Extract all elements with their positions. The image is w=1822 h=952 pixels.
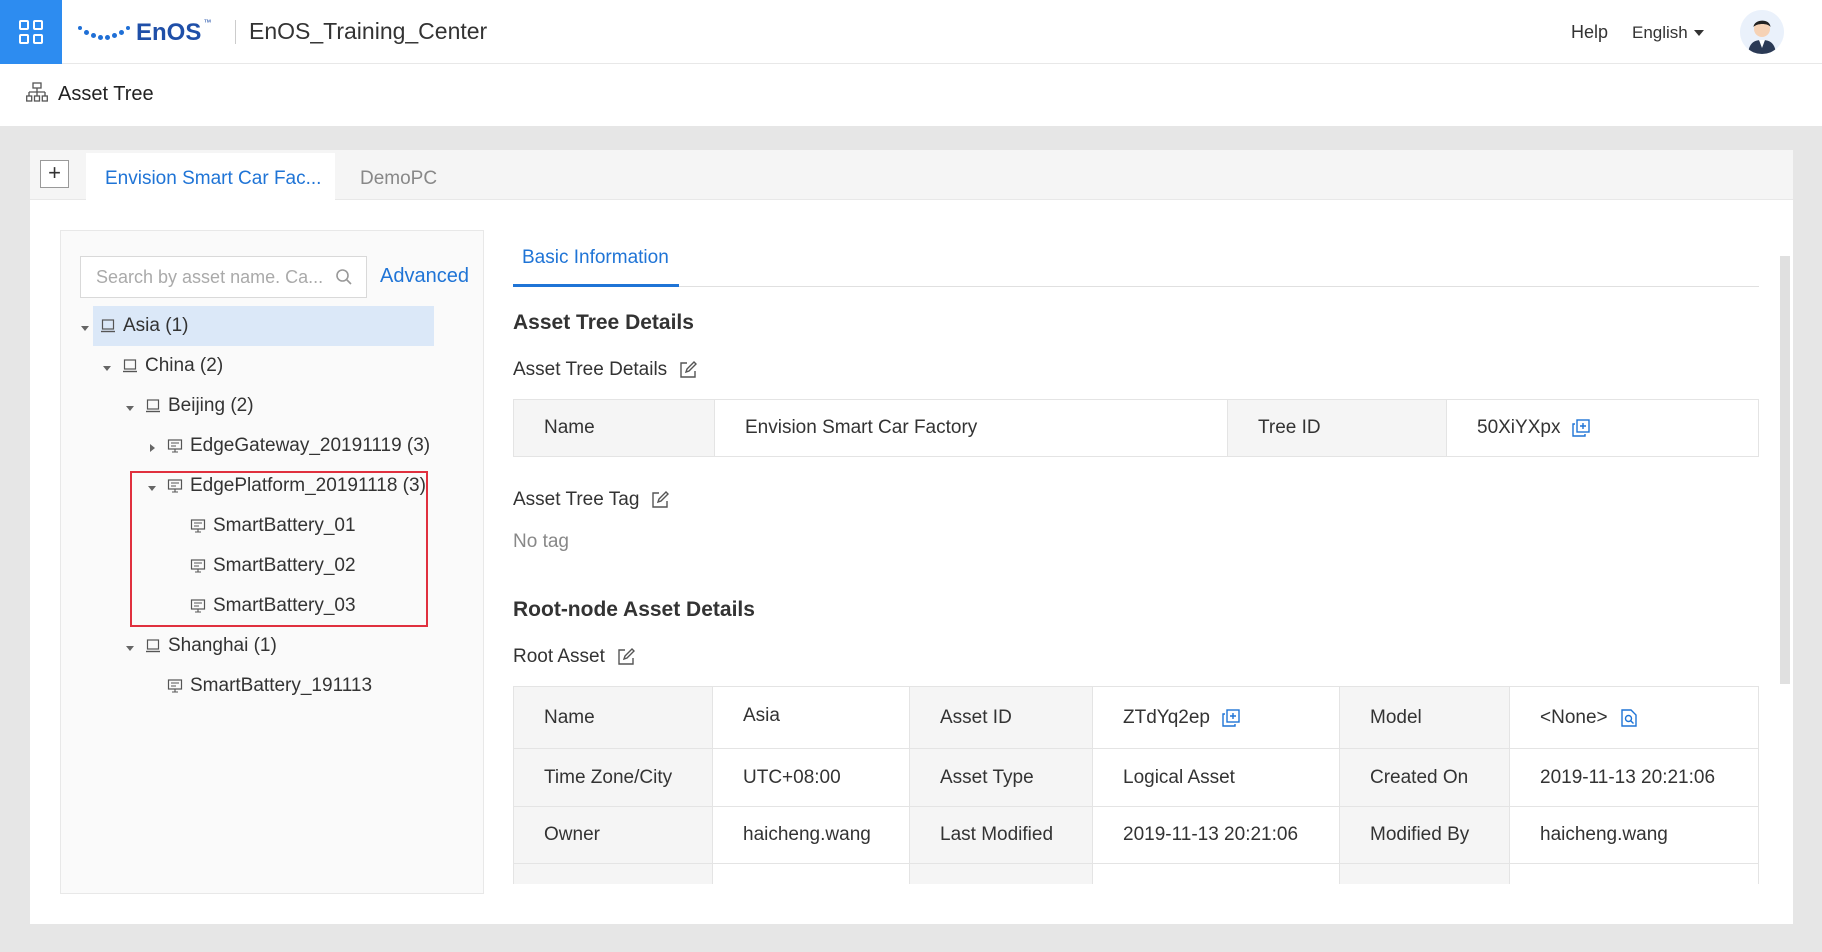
copy-icon[interactable] bbox=[1572, 419, 1591, 437]
page-title: Asset Tree bbox=[58, 83, 154, 105]
tree-node-label: Asia (1) bbox=[123, 315, 189, 336]
tree-node-label: Shanghai (1) bbox=[168, 635, 277, 656]
active-tab-underline bbox=[513, 284, 679, 287]
asset-name-value: Asia bbox=[743, 704, 780, 726]
logical-asset-icon bbox=[146, 399, 160, 413]
edit-icon[interactable] bbox=[617, 648, 635, 666]
last-modified-value: 2019-11-13 20:21:06 bbox=[1123, 824, 1299, 845]
asset-id-cell: ZTdYq2ep bbox=[1093, 687, 1339, 748]
created-on-value: 2019-11-13 20:21:06 bbox=[1540, 766, 1716, 788]
root-asset-label: Root Asset bbox=[513, 646, 605, 667]
logo-dots-icon bbox=[78, 26, 130, 40]
caret-down-icon bbox=[1693, 30, 1704, 36]
highlight-annotation-box bbox=[130, 471, 428, 627]
tree-node-label: Beijing (2) bbox=[168, 395, 254, 416]
asset-id-label-cell: Asset ID bbox=[940, 706, 1012, 728]
name-label-cell: Name bbox=[514, 400, 714, 456]
name-label-cell: Name bbox=[544, 706, 595, 728]
asset-type-value: Logical Asset bbox=[1123, 766, 1235, 788]
asset-tree-tag-label-row: Asset Tree Tag bbox=[513, 489, 670, 511]
chevron-down-icon bbox=[126, 645, 134, 651]
table-divider bbox=[514, 863, 1758, 864]
chevron-down-icon bbox=[126, 405, 134, 411]
tree-node-asia[interactable]: Asia (1) bbox=[78, 306, 188, 346]
modified-by-label-cell: Modified By bbox=[1370, 824, 1470, 845]
advanced-search-link[interactable]: Advanced bbox=[380, 265, 469, 288]
tab-envision-smart-car-factory[interactable]: Envision Smart Car Fac... bbox=[86, 153, 335, 201]
asset-tree-details-label: Asset Tree Details bbox=[513, 359, 668, 380]
asset-type-label-cell: Asset Type bbox=[940, 766, 1034, 788]
add-tree-button[interactable]: + bbox=[40, 160, 69, 188]
logical-asset-icon bbox=[123, 359, 137, 373]
expand-toggle[interactable] bbox=[145, 440, 159, 452]
tree-node-label: China (2) bbox=[145, 355, 224, 376]
asset-tree-tag-label: Asset Tree Tag bbox=[513, 489, 640, 510]
details-scrollbar[interactable] bbox=[1780, 256, 1790, 684]
tab-divider bbox=[513, 286, 1759, 287]
tree-node-edgegateway[interactable]: EdgeGateway_20191119 (3) bbox=[145, 426, 430, 466]
chevron-down-icon bbox=[81, 325, 89, 331]
chevron-down-icon bbox=[103, 365, 111, 371]
device-icon bbox=[167, 679, 183, 693]
view-model-icon[interactable] bbox=[1620, 708, 1638, 727]
created-on-label-cell: Created On bbox=[1370, 766, 1469, 788]
tree-node-shanghai[interactable]: Shanghai (1) bbox=[123, 626, 277, 666]
section-title-root-node-asset-details: Root-node Asset Details bbox=[513, 598, 755, 621]
logical-asset-icon bbox=[146, 639, 160, 653]
avatar[interactable] bbox=[1740, 10, 1784, 54]
time-zone-label-cell: Time Zone/City bbox=[544, 766, 673, 788]
expand-toggle[interactable] bbox=[123, 642, 137, 651]
tree-id-label-cell: Tree ID bbox=[1228, 400, 1446, 456]
no-tag-text: No tag bbox=[513, 531, 569, 552]
model-label-cell: Model bbox=[1370, 706, 1422, 728]
root-asset-label-row: Root Asset bbox=[513, 646, 635, 668]
copy-icon[interactable] bbox=[1222, 708, 1240, 727]
grid-icon bbox=[19, 20, 43, 44]
logo-trademark: ™ bbox=[203, 18, 212, 27]
asset-id-value: ZTdYq2ep bbox=[1123, 706, 1210, 728]
last-modified-label-cell: Last Modified bbox=[940, 824, 1054, 845]
edit-icon[interactable] bbox=[651, 491, 670, 509]
device-icon bbox=[167, 439, 183, 453]
owner-label-cell: Owner bbox=[544, 824, 600, 845]
owner-value: haicheng.wang bbox=[743, 824, 871, 845]
asset-search-input[interactable]: Search by asset name. Ca... bbox=[80, 256, 367, 298]
logical-asset-icon bbox=[101, 319, 115, 333]
expand-toggle[interactable] bbox=[123, 402, 137, 411]
app-menu-button[interactable] bbox=[0, 0, 62, 64]
asset-tree-details-label-row: Asset Tree Details bbox=[513, 359, 698, 381]
expand-toggle[interactable] bbox=[100, 362, 114, 371]
tree-id-value: 50XiYXpx bbox=[1477, 417, 1561, 438]
tree-node-label: EdgeGateway_20191119 (3) bbox=[190, 435, 431, 456]
top-bar: EnOS ™ EnOS_Training_Center Help English bbox=[0, 0, 1822, 64]
app-title: EnOS_Training_Center bbox=[249, 18, 488, 44]
expand-toggle[interactable] bbox=[78, 322, 92, 331]
tree-node-beijing[interactable]: Beijing (2) bbox=[123, 386, 254, 426]
page-header bbox=[0, 64, 1822, 126]
logo-text: EnOS bbox=[136, 19, 202, 46]
tab-basic-information[interactable]: Basic Information bbox=[522, 247, 669, 269]
model-value: <None> bbox=[1540, 706, 1608, 728]
time-zone-value: UTC+08:00 bbox=[743, 766, 841, 788]
search-icon[interactable] bbox=[335, 268, 353, 286]
title-divider bbox=[235, 20, 236, 44]
tree-node-label: SmartBattery_191113 bbox=[190, 675, 373, 696]
modified-by-value: haicheng.wang bbox=[1540, 824, 1668, 845]
tree-node-smartbattery-191113[interactable]: SmartBattery_191113 bbox=[167, 666, 372, 706]
tree-node-china[interactable]: China (2) bbox=[100, 346, 223, 386]
tree-name-value: Envision Smart Car Factory bbox=[745, 417, 978, 438]
tree-id-cell: 50XiYXpx bbox=[1447, 400, 1757, 456]
help-link[interactable]: Help bbox=[1571, 22, 1608, 43]
language-dropdown[interactable]: English bbox=[1632, 23, 1704, 43]
section-title-asset-tree-details: Asset Tree Details bbox=[513, 311, 694, 334]
enos-logo: EnOS ™ bbox=[78, 18, 211, 48]
asset-tree-icon bbox=[26, 82, 48, 102]
edit-icon[interactable] bbox=[679, 361, 698, 379]
chevron-right-icon bbox=[149, 444, 155, 452]
language-label: English bbox=[1632, 23, 1688, 42]
tab-demopc[interactable]: DemoPC bbox=[360, 168, 437, 190]
model-cell: <None> bbox=[1510, 687, 1758, 748]
